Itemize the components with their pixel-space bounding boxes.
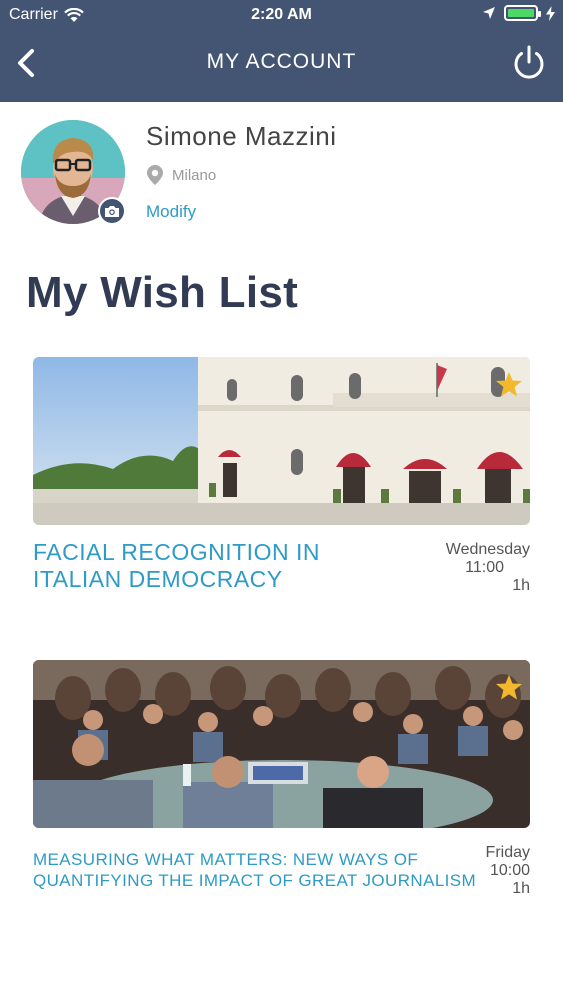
event-schedule-2: Friday 10:00 1h <box>486 844 530 898</box>
event-title-2-line1: MEASURING WHAT MATTERS: NEW WAYS OF <box>33 850 419 869</box>
battery-icon <box>504 5 541 21</box>
event-duration-1: 1h <box>512 577 530 594</box>
status-right <box>482 5 555 21</box>
camera-icon <box>105 205 119 217</box>
location-arrow-icon <box>483 7 495 19</box>
page-title: MY ACCOUNT <box>206 50 357 73</box>
status-bar: Carrier 2:20 AM <box>0 0 563 30</box>
clock: 2:20 AM <box>251 6 312 23</box>
villa-photo <box>33 357 530 525</box>
event-image-2[interactable] <box>33 660 530 828</box>
event-schedule-1: Wednesday 11:00 1h <box>446 541 530 595</box>
wishlist-title: My Wish List <box>26 268 299 317</box>
event-title-2-line2: QUANTIFYING THE IMPACT OF GREAT JOURNALI… <box>33 871 477 890</box>
conference-photo <box>33 660 530 828</box>
event-title-1[interactable]: FACIAL RECOGNITION IN ITALIAN DEMOCRACY <box>33 539 320 593</box>
event-title-1-line1: FACIAL RECOGNITION IN <box>33 539 320 565</box>
star-icon[interactable] <box>495 371 523 398</box>
modify-profile-link[interactable]: Modify <box>146 202 196 222</box>
event-time-2: 10:00 <box>489 862 530 879</box>
user-location: Milano <box>146 164 216 186</box>
event-duration-2: 1h <box>512 880 530 897</box>
charging-icon <box>546 5 555 21</box>
event-title-2[interactable]: MEASURING WHAT MATTERS: NEW WAYS OF QUAN… <box>33 849 476 891</box>
power-icon[interactable] <box>511 44 547 82</box>
location-label: Milano <box>172 166 217 184</box>
top-bar: Carrier 2:20 AM MY ACCOUNT <box>0 0 563 102</box>
event-time-1: 11:00 <box>465 559 504 576</box>
event-title-1-line2: ITALIAN DEMOCRACY <box>33 566 283 592</box>
location-pin-icon <box>147 165 163 185</box>
event-image-1[interactable] <box>33 357 530 525</box>
event-day-2: Friday <box>485 844 530 861</box>
star-icon[interactable] <box>495 674 523 701</box>
change-photo-button[interactable] <box>98 197 126 225</box>
user-name: Simone Mazzini <box>146 121 337 151</box>
event-day-1: Wednesday <box>445 541 530 558</box>
